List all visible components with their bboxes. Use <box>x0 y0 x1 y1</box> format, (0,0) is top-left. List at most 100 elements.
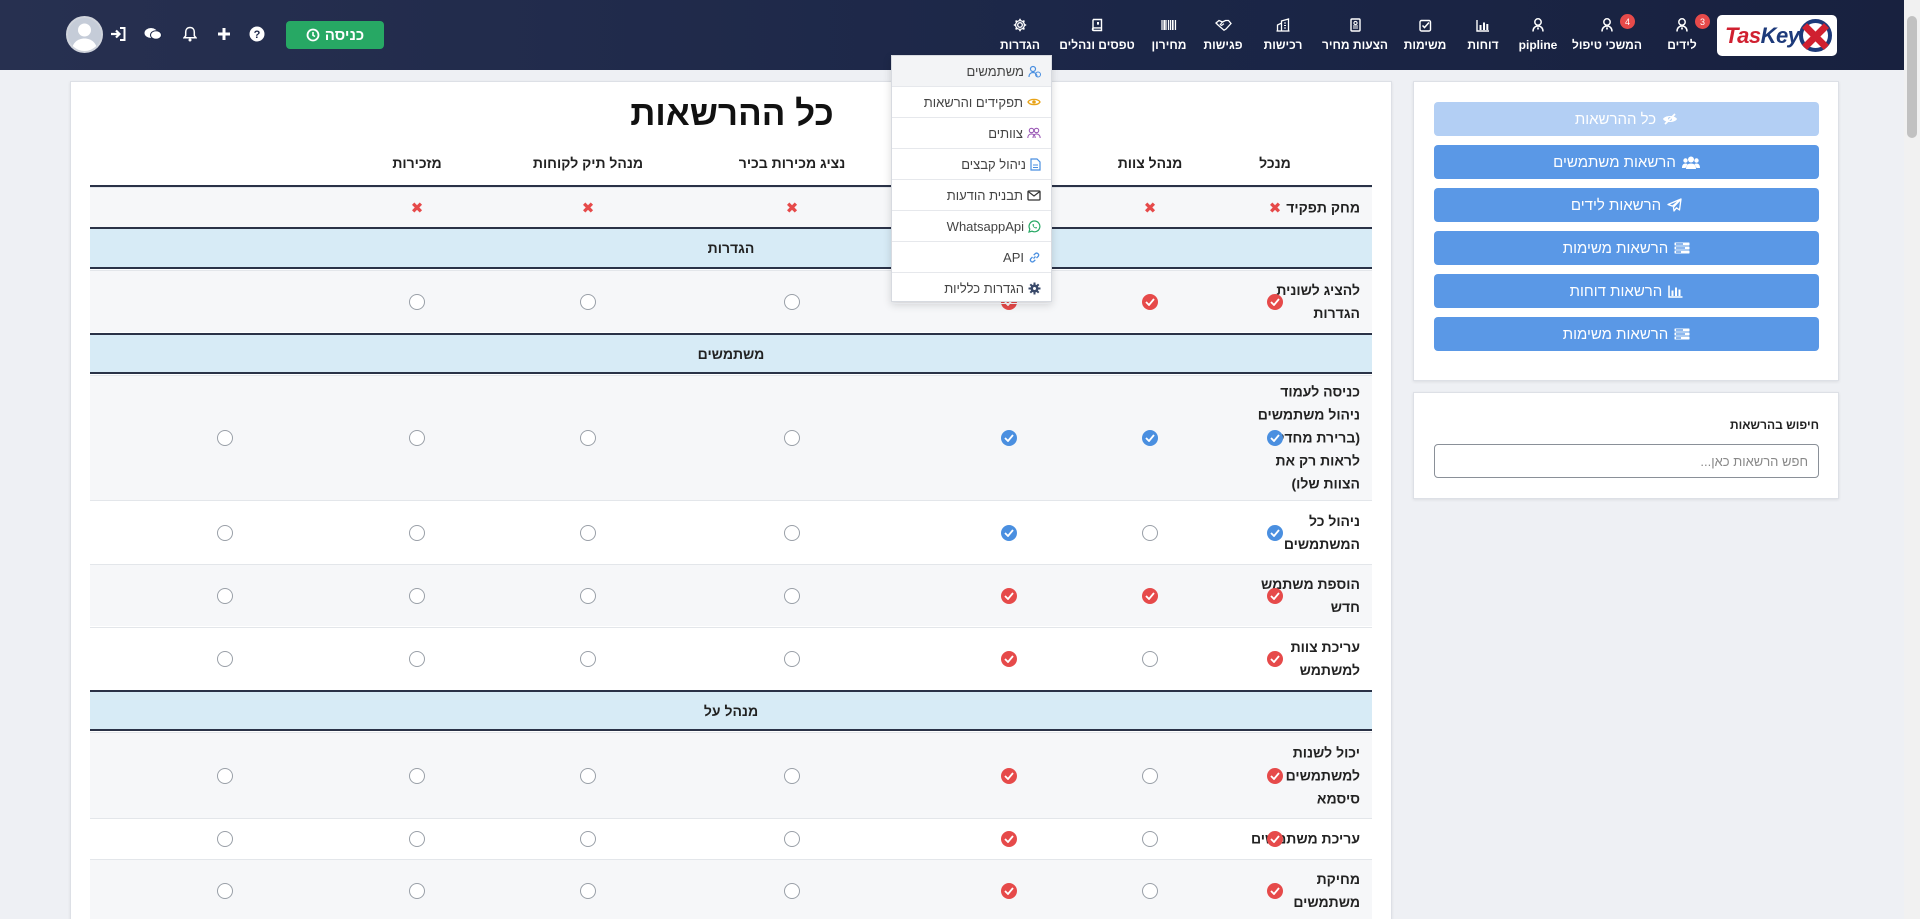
permission-check-red[interactable] <box>1001 767 1017 784</box>
taskey-logo[interactable]: TasKey <box>1717 15 1837 56</box>
permission-radio-unchecked[interactable] <box>217 767 233 784</box>
permission-radio-unchecked[interactable] <box>580 430 596 446</box>
deny-x-icon[interactable]: ✖ <box>580 200 596 217</box>
dropdown-item[interactable]: API <box>892 242 1051 273</box>
permission-check-red[interactable] <box>1001 831 1017 847</box>
scrollbar-thumb[interactable] <box>1907 16 1917 138</box>
permission-radio-unchecked[interactable] <box>784 430 800 446</box>
permission-check-red[interactable] <box>1142 587 1158 604</box>
nav-item-label: טפסים ונהלים <box>1059 38 1135 52</box>
permission-radio-unchecked[interactable] <box>409 831 425 847</box>
permission-row: להציג לשונית הגדרות <box>90 270 1372 332</box>
permission-check-red[interactable] <box>1001 587 1017 604</box>
permissions-card: כל ההרשאות מנכלמנהל צוותנציג מכירותנציג … <box>70 81 1392 919</box>
permission-category-button[interactable]: הרשאות משתמשים <box>1434 145 1819 179</box>
permission-radio-unchecked[interactable] <box>409 587 425 604</box>
permission-radio-unchecked[interactable] <box>217 430 233 446</box>
dropdown-item[interactable]: תפקידים והרשאות <box>892 87 1051 118</box>
dropdown-item[interactable]: WhatsappApi <box>892 211 1051 242</box>
permission-radio-unchecked[interactable] <box>217 651 233 667</box>
permission-radio-unchecked[interactable] <box>580 651 596 667</box>
users-group-icon <box>1027 127 1041 139</box>
deny-x-icon[interactable]: ✖ <box>1267 200 1283 217</box>
permission-search-card: חיפוש בהרשאות <box>1413 392 1839 499</box>
permission-row: מחק תפקיד ✖ ✖ ✖ ✖ ✖ <box>90 187 1372 228</box>
permission-radio-unchecked[interactable] <box>217 831 233 847</box>
permission-radio-unchecked[interactable] <box>580 767 596 784</box>
nav-item-9[interactable]: טפסים ונהלים <box>1052 16 1142 58</box>
permission-radio-unchecked[interactable] <box>784 293 800 310</box>
permission-check-red[interactable] <box>1267 587 1283 604</box>
permission-radio-unchecked[interactable] <box>1142 831 1158 847</box>
permission-radio-unchecked[interactable] <box>784 767 800 784</box>
permission-radio-unchecked[interactable] <box>409 293 425 310</box>
permission-check-blue[interactable] <box>1267 524 1283 541</box>
permission-radio-unchecked[interactable] <box>1142 651 1158 667</box>
permission-radio-unchecked[interactable] <box>784 883 800 899</box>
deny-x-icon[interactable]: ✖ <box>409 200 425 217</box>
tasks-icon <box>1674 328 1690 340</box>
permission-check-blue[interactable] <box>1001 524 1017 541</box>
permission-radio-unchecked[interactable] <box>580 524 596 541</box>
permission-radio-unchecked[interactable] <box>409 651 425 667</box>
enter-button[interactable]: כניסה <box>286 21 384 49</box>
permission-radio-unchecked[interactable] <box>784 587 800 604</box>
plus-icon[interactable] <box>214 24 234 44</box>
permission-check-red[interactable] <box>1001 651 1017 667</box>
permission-radio-unchecked[interactable] <box>409 883 425 899</box>
permission-radio-unchecked[interactable] <box>1142 524 1158 541</box>
permission-radio-unchecked[interactable] <box>580 831 596 847</box>
page-scrollbar[interactable] <box>1904 0 1920 919</box>
permission-category-button[interactable]: הרשאות לידים <box>1434 188 1819 222</box>
dropdown-item[interactable]: משתמשים <box>892 56 1051 87</box>
permission-radio-unchecked[interactable] <box>580 293 596 310</box>
deny-x-icon[interactable]: ✖ <box>784 200 800 217</box>
permission-check-blue[interactable] <box>1267 430 1283 446</box>
permission-category-button[interactable]: הרשאות דוחות <box>1434 274 1819 308</box>
permission-category-button[interactable]: הרשאות משימות <box>1434 231 1819 265</box>
permission-category-button[interactable]: כל ההרשאות <box>1434 102 1819 136</box>
dropdown-item[interactable]: הגדרות כלליות <box>892 273 1051 304</box>
sign-in-icon[interactable] <box>108 24 128 44</box>
permission-check-red[interactable] <box>1267 651 1283 667</box>
permission-check-red[interactable] <box>1267 767 1283 784</box>
permission-check-red[interactable] <box>1001 883 1017 899</box>
permission-radio-unchecked[interactable] <box>217 587 233 604</box>
permission-check-red[interactable] <box>1142 293 1158 310</box>
deny-x-icon[interactable]: ✖ <box>1142 200 1158 217</box>
permission-radio-unchecked[interactable] <box>784 831 800 847</box>
user-avatar[interactable] <box>66 16 103 53</box>
permission-row: עריכת צוות למשתמש <box>90 627 1372 690</box>
permission-check-red[interactable] <box>1267 883 1283 899</box>
permission-radio-unchecked[interactable] <box>580 587 596 604</box>
permission-check-blue[interactable] <box>1142 430 1158 446</box>
help-icon[interactable]: ? <box>247 24 267 44</box>
permission-radio-unchecked[interactable] <box>580 883 596 899</box>
permission-radio-unchecked[interactable] <box>217 883 233 899</box>
chat-icon[interactable] <box>143 24 163 44</box>
permission-radio-unchecked[interactable] <box>409 430 425 446</box>
permission-radio-unchecked[interactable] <box>409 767 425 784</box>
permission-row: יכול לשנות למשתמשים סיסמא <box>90 732 1372 818</box>
permission-check-red[interactable] <box>1267 293 1283 310</box>
permission-category-button[interactable]: הרשאות משימות <box>1434 317 1819 351</box>
permission-radio-unchecked[interactable] <box>784 524 800 541</box>
permission-check-red[interactable] <box>1267 831 1283 847</box>
permission-radio-unchecked[interactable] <box>784 651 800 667</box>
permission-radio-unchecked[interactable] <box>1142 883 1158 899</box>
permission-row: כניסה לעמוד ניהול משתמשים (ברירת מחדל לר… <box>90 375 1372 500</box>
dropdown-item[interactable]: ניהול קבצים <box>892 149 1051 180</box>
users-icon <box>1681 156 1700 169</box>
bell-icon[interactable] <box>180 24 200 44</box>
permission-radio-unchecked[interactable] <box>1142 767 1158 784</box>
permission-radio-unchecked[interactable] <box>409 524 425 541</box>
dropdown-item[interactable]: צוותים <box>892 118 1051 149</box>
nav-item-label: הצעות מחיר <box>1321 38 1389 52</box>
button-label: הרשאות משימות <box>1562 239 1669 257</box>
permission-radio-unchecked[interactable] <box>217 524 233 541</box>
nav-item-10[interactable]: הגדרות <box>975 16 1065 58</box>
permission-search-input[interactable] <box>1434 444 1819 478</box>
permission-check-blue[interactable] <box>1001 430 1017 446</box>
svg-text:?: ? <box>254 29 261 41</box>
dropdown-item[interactable]: תבנית הודעות <box>892 180 1051 211</box>
